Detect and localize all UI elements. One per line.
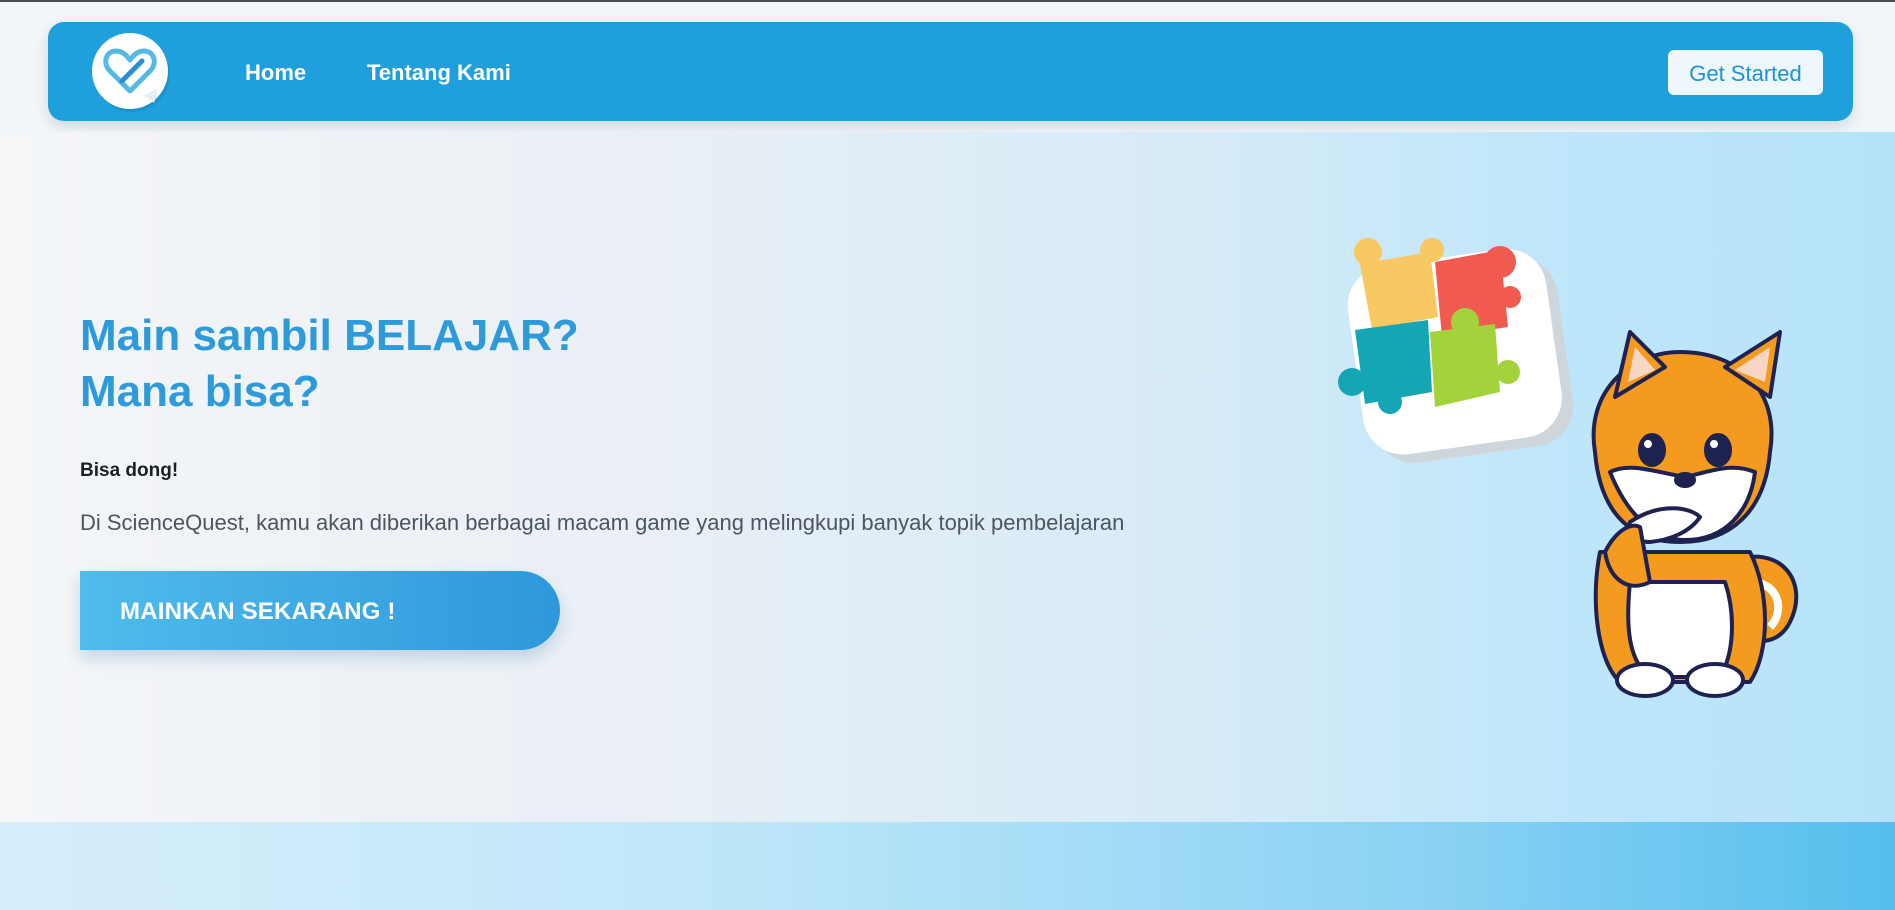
play-now-button[interactable]: MAINKAN SEKARANG ! <box>80 571 560 650</box>
logo[interactable] <box>92 33 168 109</box>
get-started-button[interactable]: Get Started <box>1668 50 1823 95</box>
puzzle-pieces-icon <box>1338 238 1574 463</box>
hero-title-line-1: Main sambil BELAJAR? <box>80 311 579 360</box>
hero-description: Di ScienceQuest, kamu akan diberikan ber… <box>80 510 1125 535</box>
nav-link-tentang-kami[interactable]: Tentang Kami <box>367 60 511 86</box>
window-top-edge <box>0 0 1895 2</box>
nav-link-home[interactable]: Home <box>245 60 306 86</box>
hero-title-line-2: Mana bisa? <box>80 367 320 416</box>
shiba-dog-icon <box>1591 330 1799 698</box>
hero-subtitle: Bisa dong! <box>80 460 179 481</box>
heart-puzzle-logo-icon <box>103 48 158 103</box>
play-now-button-label: MAINKAN SEKARANG ! <box>120 598 396 625</box>
hero-section: Main sambil BELAJAR? Mana bisa? Bisa don… <box>0 132 1895 822</box>
navbar: Home Tentang Kami Get Started <box>48 22 1853 121</box>
thinking-shiba-puzzle-illustration <box>1338 238 1799 698</box>
hero-title: Main sambil BELAJAR? Mana bisa? <box>80 308 579 420</box>
next-section-band <box>0 822 1895 910</box>
